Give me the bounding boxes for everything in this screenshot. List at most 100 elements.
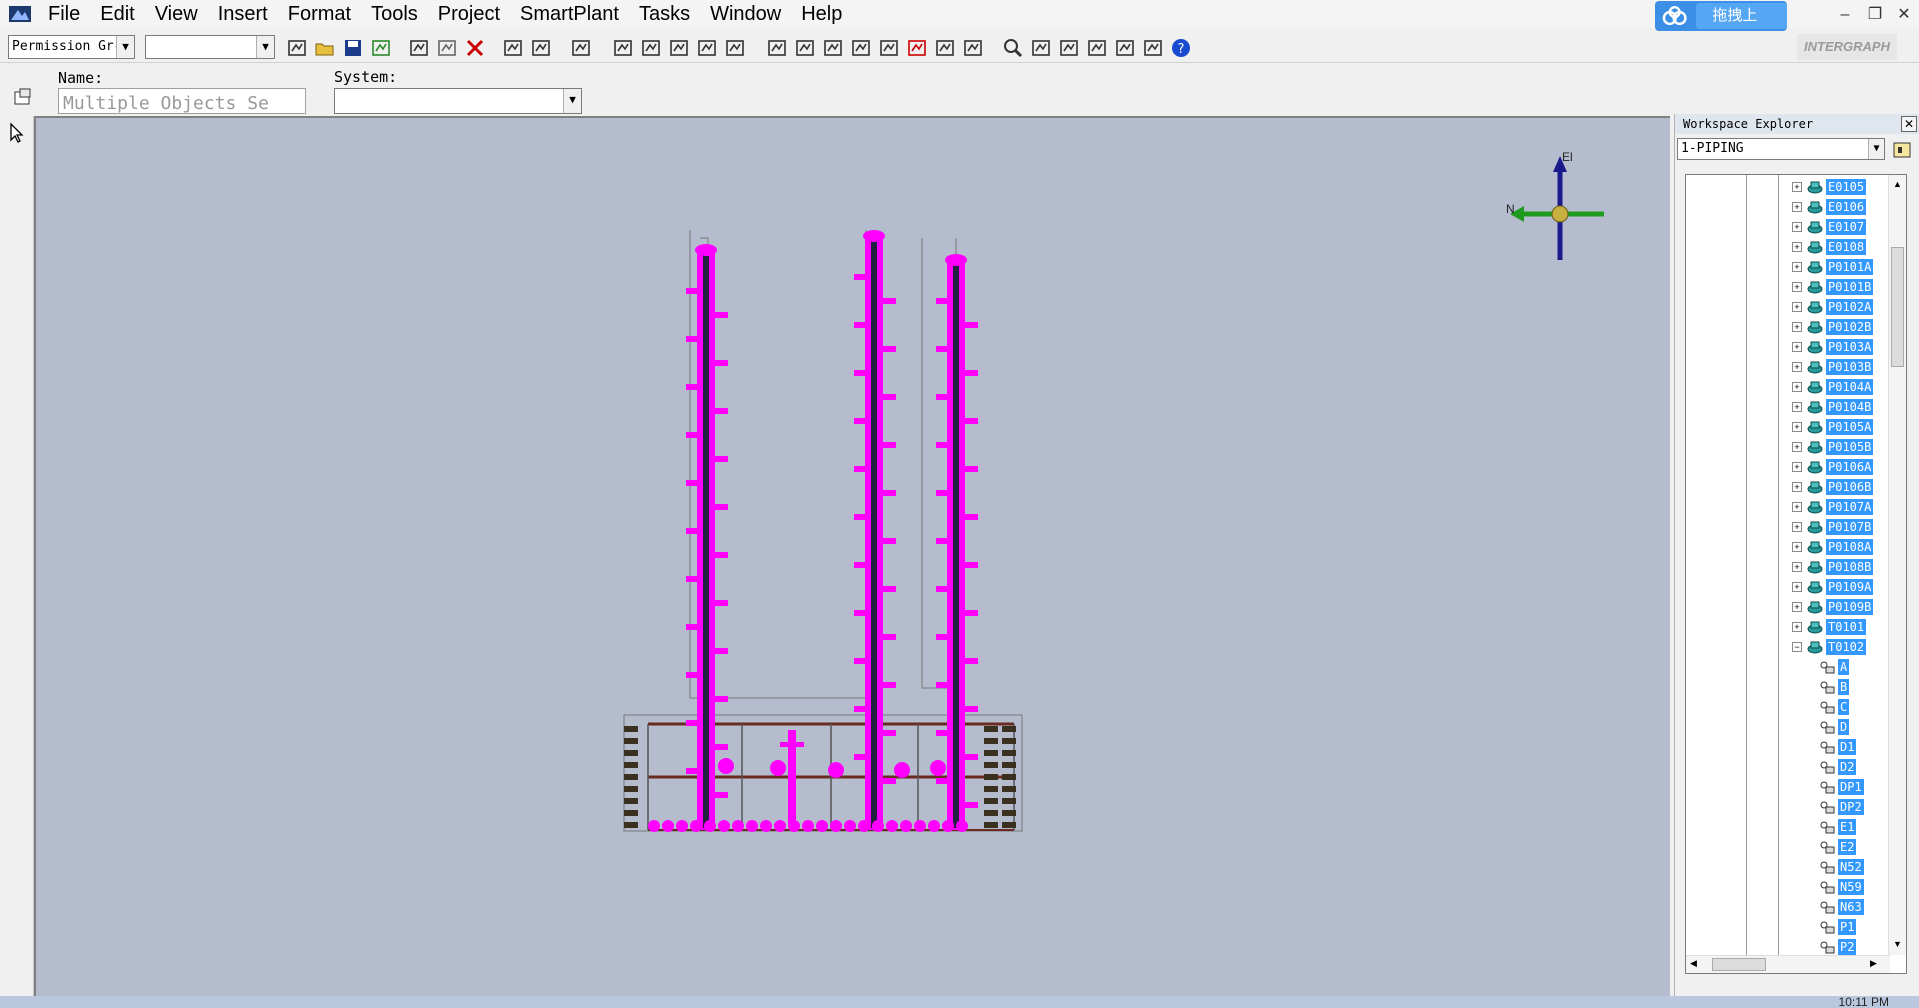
save-icon[interactable] — [340, 35, 366, 61]
grid-icon[interactable] — [1140, 35, 1166, 61]
expand-icon[interactable]: + — [1792, 562, 1802, 572]
edit-icon[interactable] — [666, 35, 692, 61]
chevron-down-icon[interactable]: ▼ — [563, 89, 581, 113]
tree-item[interactable]: D1 — [1818, 737, 1857, 757]
menu-tasks[interactable]: Tasks — [629, 0, 700, 28]
expand-icon[interactable]: + — [1792, 482, 1802, 492]
tree-item[interactable]: + P0109A — [1792, 577, 1874, 597]
chevron-down-icon[interactable]: ▼ — [256, 36, 274, 58]
paste-icon[interactable] — [434, 35, 460, 61]
menu-file[interactable]: File — [38, 0, 90, 28]
expand-icon[interactable]: + — [1792, 382, 1802, 392]
expand-icon[interactable]: + — [1792, 362, 1802, 372]
graphic-view[interactable]: N El — [34, 116, 1670, 996]
tree-item[interactable]: + E0108 — [1792, 237, 1867, 257]
expand-icon[interactable]: + — [1792, 582, 1802, 592]
chevron-down-icon[interactable]: ▼ — [1868, 139, 1884, 159]
tree-item[interactable]: + P0107B — [1792, 517, 1874, 537]
rotate-icon[interactable] — [528, 35, 554, 61]
tree-item[interactable]: + P0106B — [1792, 477, 1874, 497]
close-button[interactable]: ✕ — [1889, 2, 1919, 28]
explorer-tree[interactable]: + E0105 + E0106 + E0107 + E0108 + P0101A + P0101B + P… — [1685, 174, 1907, 974]
view1-icon[interactable] — [764, 35, 790, 61]
zoom-area-icon[interactable] — [1056, 35, 1082, 61]
expand-icon[interactable]: + — [1792, 602, 1802, 612]
menu-edit[interactable]: Edit — [90, 0, 144, 28]
expand-icon[interactable]: + — [1792, 422, 1802, 432]
filter-select[interactable]: ▼ — [145, 35, 275, 59]
tree-item[interactable]: N59 — [1818, 877, 1864, 897]
expand-icon[interactable]: + — [1792, 222, 1802, 232]
menu-smartplant[interactable]: SmartPlant — [510, 0, 629, 28]
tree-item[interactable]: P2 — [1818, 937, 1857, 957]
expand-icon[interactable]: + — [1792, 442, 1802, 452]
view7-icon[interactable] — [960, 35, 986, 61]
minimize-button[interactable]: – — [1830, 2, 1860, 28]
menu-project[interactable]: Project — [428, 0, 510, 28]
select-pointer-icon[interactable] — [4, 120, 30, 146]
menu-tools[interactable]: Tools — [361, 0, 428, 28]
explorer-close-button[interactable]: ✕ — [1901, 116, 1917, 132]
graph-icon[interactable] — [694, 35, 720, 61]
copy-icon[interactable] — [406, 35, 432, 61]
tree-item[interactable]: + P0104B — [1792, 397, 1874, 417]
fit-icon[interactable] — [1084, 35, 1110, 61]
restore-button[interactable]: ❐ — [1860, 2, 1890, 28]
tree-item[interactable]: + P0103B — [1792, 357, 1874, 377]
tree-item[interactable]: + P0101A — [1792, 257, 1874, 277]
chevron-down-icon[interactable]: ▼ — [116, 36, 134, 58]
open-icon[interactable] — [312, 35, 338, 61]
horizontal-scrollbar[interactable]: ◀ ▶ — [1686, 955, 1890, 973]
tree-item[interactable]: + E0106 — [1792, 197, 1867, 217]
scroll-down-icon[interactable]: ▼ — [1893, 939, 1902, 949]
tree-item[interactable]: N52 — [1818, 857, 1864, 877]
measure-icon[interactable] — [610, 35, 636, 61]
ruler-icon[interactable] — [722, 35, 748, 61]
tree-item[interactable]: N63 — [1818, 897, 1864, 917]
tree-item[interactable]: B — [1818, 677, 1850, 697]
tree-item[interactable]: D2 — [1818, 757, 1857, 777]
tree-item[interactable]: + P0102B — [1792, 317, 1874, 337]
tree-item[interactable]: DP1 — [1818, 777, 1864, 797]
tree-item[interactable]: + E0107 — [1792, 217, 1867, 237]
tree-item[interactable]: E1 — [1818, 817, 1857, 837]
menu-window[interactable]: Window — [700, 0, 791, 28]
help-icon[interactable]: ? — [1168, 35, 1194, 61]
scroll-thumb[interactable] — [1891, 247, 1904, 367]
tree-item[interactable]: + T0101 — [1792, 617, 1867, 637]
system-select[interactable]: ▼ — [334, 88, 582, 114]
vertical-scrollbar[interactable]: ▲ ▼ — [1888, 175, 1906, 955]
check-icon[interactable] — [638, 35, 664, 61]
view6-icon[interactable] — [932, 35, 958, 61]
tree-item[interactable]: + P0109B — [1792, 597, 1874, 617]
tree-item[interactable]: DP2 — [1818, 797, 1864, 817]
tree-item[interactable]: + P0106A — [1792, 457, 1874, 477]
expand-icon[interactable]: + — [1792, 302, 1802, 312]
delete-icon[interactable] — [462, 35, 488, 61]
menu-view[interactable]: View — [145, 0, 208, 28]
menu-format[interactable]: Format — [278, 0, 361, 28]
hscroll-thumb[interactable] — [1712, 958, 1766, 971]
tree-item[interactable]: + P0108B — [1792, 557, 1874, 577]
explorer-filter-select[interactable]: 1-PIPING ▼ — [1677, 138, 1885, 160]
view3-icon[interactable] — [820, 35, 846, 61]
explorer-options-icon[interactable] — [1889, 136, 1915, 162]
collapse-icon[interactable]: − — [1792, 642, 1802, 652]
new-icon[interactable] — [284, 35, 310, 61]
tree-item[interactable]: P1 — [1818, 917, 1857, 937]
tree-item[interactable]: + P0105B — [1792, 437, 1874, 457]
expand-icon[interactable]: + — [1792, 402, 1802, 412]
menu-help[interactable]: Help — [791, 0, 852, 28]
tree-item[interactable]: + P0102A — [1792, 297, 1874, 317]
properties-icon[interactable] — [10, 84, 36, 110]
expand-icon[interactable]: + — [1792, 202, 1802, 212]
menu-insert[interactable]: Insert — [208, 0, 278, 28]
tree-item[interactable]: D — [1818, 717, 1850, 737]
upload-button[interactable]: 拖拽上传 — [1655, 1, 1787, 50]
walk-icon[interactable] — [1112, 35, 1138, 61]
tree-item[interactable]: + P0104A — [1792, 377, 1874, 397]
expand-icon[interactable]: + — [1792, 322, 1802, 332]
view4-icon[interactable] — [848, 35, 874, 61]
expand-icon[interactable]: + — [1792, 622, 1802, 632]
tree-item[interactable]: − T0102 — [1792, 637, 1867, 657]
